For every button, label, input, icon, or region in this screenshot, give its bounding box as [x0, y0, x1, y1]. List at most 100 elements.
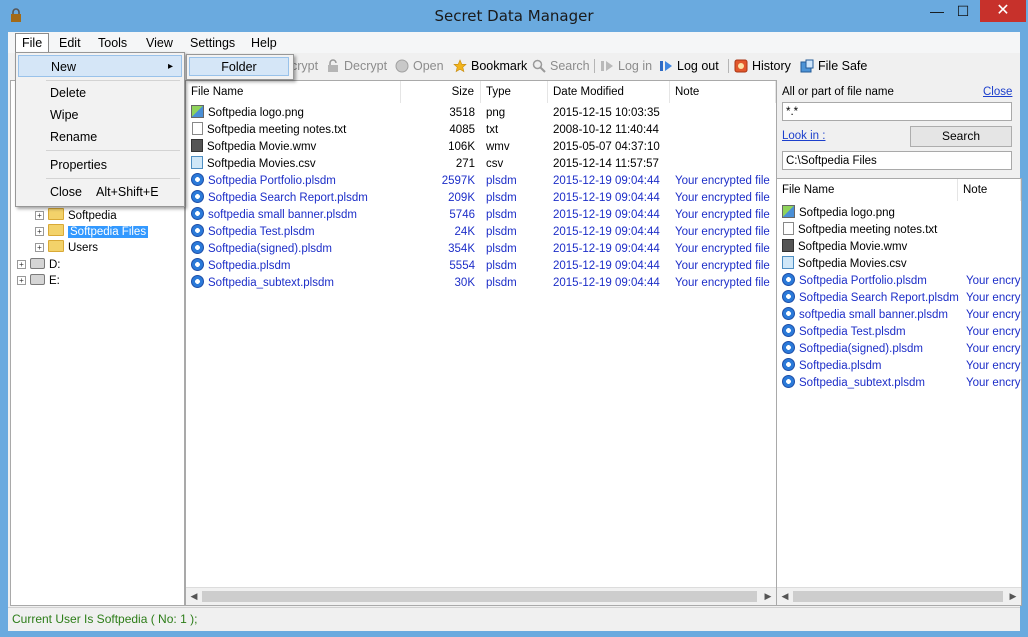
open-button[interactable]: Open — [395, 57, 444, 75]
decrypt-button[interactable]: Decrypt — [326, 57, 387, 75]
table-row[interactable]: Softpedia.plsdm 5554 plsdm 2015-12-19 09:04… — [186, 258, 776, 275]
search-pattern-input[interactable]: *.* — [782, 102, 1012, 121]
column-header-note[interactable]: Note — [670, 81, 776, 103]
logout-button[interactable]: Log out — [659, 57, 719, 75]
expand-icon[interactable]: + — [17, 260, 26, 269]
results-column-header-note[interactable]: Note — [958, 179, 1021, 201]
history-button[interactable]: History — [734, 57, 791, 75]
table-row[interactable]: Softpedia(signed).plsdm 354K plsdm 2015-12-… — [186, 241, 776, 258]
video-file-icon — [191, 139, 203, 152]
expand-icon[interactable]: + — [35, 243, 44, 252]
table-row[interactable]: Softpedia Portfolio.plsdm 2597K plsdm 2015-… — [186, 173, 776, 190]
menu-edit[interactable]: Edit — [53, 34, 87, 52]
menu-item-wipe[interactable]: Wipe — [18, 104, 182, 126]
result-name-cell: Softpedia(signed).plsdm — [782, 341, 962, 358]
list-item[interactable]: Softpedia_subtext.plsdm Your encry — [777, 375, 1021, 392]
tree-node-users[interactable]: + Users — [35, 240, 98, 256]
table-row[interactable]: Softpedia meeting notes.txt 4085 txt 2008-1… — [186, 122, 776, 139]
result-name: Softpedia_subtext.plsdm — [799, 377, 925, 389]
file-date: 2015-12-15 10:03:35 — [553, 107, 660, 119]
maximize-button[interactable]: ☐ — [950, 0, 976, 22]
table-row[interactable]: Softpedia Movie.wmv 106K wmv 2015-05-07 04:… — [186, 139, 776, 156]
menu-item-close[interactable]: Close Alt+Shift+E — [18, 181, 182, 203]
list-item[interactable]: Softpedia meeting notes.txt — [777, 222, 1021, 239]
close-button[interactable]: ✕ — [980, 0, 1026, 22]
column-header-size[interactable]: Size — [401, 81, 481, 103]
menu-file[interactable]: File — [15, 33, 50, 54]
bookmark-button[interactable]: Bookmark — [453, 57, 527, 75]
encrypted-file-icon — [782, 358, 795, 371]
expand-icon[interactable]: + — [35, 227, 44, 236]
login-button[interactable]: Log in — [600, 57, 652, 75]
table-row[interactable]: Softpedia Test.plsdm 24K plsdm 2015-12-19 0… — [186, 224, 776, 241]
file-type: wmv — [486, 141, 510, 153]
minimize-button[interactable]: — — [924, 0, 950, 22]
menu-view[interactable]: View — [140, 34, 179, 52]
menu-item-label: Close — [50, 185, 82, 199]
tree-node-drive-e[interactable]: + E: — [17, 273, 60, 289]
menu-item-delete[interactable]: Delete — [18, 82, 182, 104]
column-header-name[interactable]: File Name — [186, 81, 401, 103]
menu-settings[interactable]: Settings — [184, 34, 241, 52]
file-name: Softpedia logo.png — [208, 107, 304, 119]
table-row[interactable]: Softpedia Movies.csv 271 csv 2015-12-14 11:… — [186, 156, 776, 173]
app-window: Secret Data Manager — ☐ ✕ File Edit Tool… — [0, 0, 1028, 637]
file-name-cell: Softpedia Portfolio.plsdm — [191, 173, 401, 190]
list-item[interactable]: softpedia small banner.plsdm Your encry — [777, 307, 1021, 324]
menu-item-rename[interactable]: Rename — [18, 126, 182, 148]
search-button[interactable]: Search — [910, 126, 1012, 147]
search-results-list[interactable]: File Name Note Softpedia logo.png Softped… — [776, 178, 1022, 606]
horizontal-scrollbar[interactable]: ◀ ▶ — [186, 587, 776, 605]
results-column-header-name[interactable]: File Name — [777, 179, 958, 201]
close-search-link[interactable]: Close — [983, 86, 1012, 98]
file-size: 24K — [454, 226, 475, 238]
expand-icon[interactable]: + — [35, 211, 44, 220]
results-horizontal-scrollbar[interactable]: ◀ ▶ — [777, 587, 1021, 605]
list-item[interactable]: Softpedia Movie.wmv — [777, 239, 1021, 256]
scroll-thumb[interactable] — [202, 591, 757, 602]
submenu-item-folder[interactable]: Folder — [189, 57, 289, 76]
menu-item-label: Delete — [50, 86, 87, 100]
filesafe-label: File Safe — [818, 59, 868, 73]
scroll-left-arrow-icon[interactable]: ◀ — [779, 590, 791, 602]
text-file-icon — [783, 222, 794, 235]
scroll-left-arrow-icon[interactable]: ◀ — [188, 590, 200, 602]
column-header-date[interactable]: Date Modified — [548, 81, 670, 103]
filesafe-button[interactable]: File Safe — [800, 57, 867, 75]
scroll-thumb[interactable] — [793, 591, 1003, 602]
table-row[interactable]: Softpedia Search Report.plsdm 209K plsdm 20… — [186, 190, 776, 207]
tree-node-softpedia-files[interactable]: + Softpedia Files — [35, 224, 149, 240]
encrypted-file-icon — [782, 341, 795, 354]
table-row[interactable]: Softpedia_subtext.plsdm 30K plsdm 2015-12-1… — [186, 275, 776, 292]
table-row[interactable]: softpedia small banner.plsdm 5746 plsdm 201… — [186, 207, 776, 224]
file-list[interactable]: File Name Size Type Date Modified Note S… — [185, 80, 777, 606]
look-in-input[interactable]: C:\Softpedia Files — [782, 151, 1012, 170]
list-item[interactable]: Softpedia Portfolio.plsdm Your encry — [777, 273, 1021, 290]
title-bar[interactable]: Secret Data Manager — ☐ ✕ — [0, 0, 1028, 32]
search-toolbar-button[interactable]: Search — [532, 57, 590, 75]
encrypt-button[interactable]: crypt — [291, 57, 318, 75]
menu-item-new[interactable]: New ▸ — [18, 55, 182, 77]
list-item[interactable]: Softpedia Search Report.plsdm Your encry — [777, 290, 1021, 307]
file-type: png — [486, 107, 506, 119]
menu-separator — [46, 178, 180, 179]
table-row[interactable]: Softpedia logo.png 3518 png 2015-12-15 10:0… — [186, 105, 776, 122]
menu-tools[interactable]: Tools — [92, 34, 133, 52]
scroll-right-arrow-icon[interactable]: ▶ — [762, 590, 774, 602]
column-header-type[interactable]: Type — [481, 81, 548, 103]
menu-item-properties[interactable]: Properties — [18, 154, 182, 176]
list-item[interactable]: Softpedia Test.plsdm Your encry — [777, 324, 1021, 341]
list-item[interactable]: Softpedia(signed).plsdm Your encry — [777, 341, 1021, 358]
menu-bar: File Edit Tools View Settings Help — [8, 32, 1020, 54]
list-item[interactable]: Softpedia Movies.csv — [777, 256, 1021, 273]
file-note: Your encrypted file — [675, 209, 770, 221]
list-item[interactable]: Softpedia logo.png — [777, 205, 1021, 222]
list-item[interactable]: Softpedia.plsdm Your encry — [777, 358, 1021, 375]
tree-node-softpedia[interactable]: + Softpedia — [35, 208, 117, 224]
scroll-right-arrow-icon[interactable]: ▶ — [1007, 590, 1019, 602]
tree-node-drive-d[interactable]: + D: — [17, 257, 61, 273]
expand-icon[interactable]: + — [17, 276, 26, 285]
look-in-link[interactable]: Look in : — [782, 130, 825, 142]
menu-help[interactable]: Help — [245, 34, 283, 52]
file-type: plsdm — [486, 260, 517, 272]
